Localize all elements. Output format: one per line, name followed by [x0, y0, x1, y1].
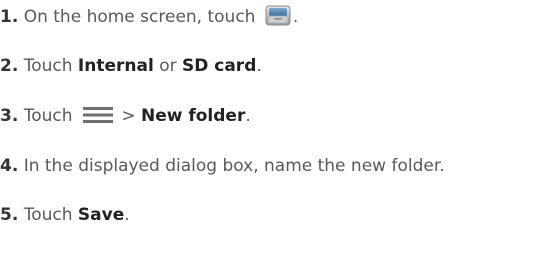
- menu-icon: [82, 105, 113, 123]
- step-number: 5.: [0, 205, 19, 225]
- menu-path-separator: >: [121, 106, 136, 126]
- step-text-end: .: [256, 56, 262, 76]
- step-text: On the home screen, touch: [23, 7, 256, 27]
- step-connector: or: [159, 56, 177, 76]
- step-number: 3.: [0, 106, 19, 126]
- save-option-label: Save: [77, 205, 125, 225]
- step-3: 3. Touch > New folder.: [0, 102, 251, 130]
- step-number: 2.: [0, 56, 19, 76]
- step-text-end: .: [124, 205, 130, 225]
- step-2: 2. Touch Internal or SD card.: [0, 52, 262, 80]
- internal-option-label: Internal: [77, 56, 154, 76]
- step-5: 5. Touch Save.: [0, 201, 130, 229]
- step-number: 4.: [0, 156, 19, 176]
- step-4: 4. In the displayed dialog box, name the…: [0, 152, 445, 180]
- step-text-end: .: [292, 7, 299, 27]
- instruction-steps: 1. On the home screen, touch . 2. Touch …: [0, 0, 559, 256]
- step-text: Touch: [23, 56, 73, 76]
- step-text: Touch: [23, 106, 73, 126]
- step-text: Touch: [23, 205, 73, 225]
- new-folder-option-label: New folder: [140, 106, 246, 126]
- step-number: 1.: [0, 7, 19, 27]
- step-text: In the displayed dialog box, name the ne…: [23, 156, 445, 176]
- step-text-end: .: [245, 106, 251, 126]
- sd-card-option-label: SD card: [181, 56, 257, 76]
- step-1: 1. On the home screen, touch .: [0, 3, 298, 31]
- file-manager-folder-icon: [265, 4, 291, 26]
